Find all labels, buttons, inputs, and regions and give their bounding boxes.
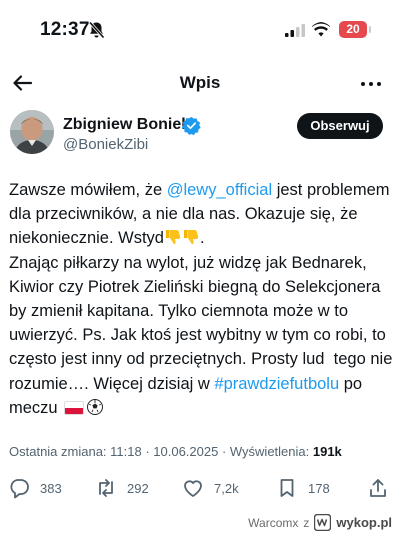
- wifi-icon: [312, 22, 330, 37]
- reply-button[interactable]: 383: [8, 475, 62, 501]
- watermark-site: wykop.pl: [336, 515, 392, 530]
- bell-muted-icon: [88, 21, 105, 39]
- like-count: 7,2k: [214, 480, 239, 496]
- post-header: Wpis: [0, 62, 400, 104]
- avatar-photo-icon: [10, 110, 54, 154]
- share-button[interactable]: [367, 475, 389, 501]
- mention-link[interactable]: @lewy_official: [167, 181, 272, 199]
- thumbs-down-emoji-icon: [184, 230, 199, 245]
- repost-button[interactable]: 292: [95, 475, 149, 501]
- share-icon: [370, 479, 386, 497]
- status-time: 12:37: [40, 19, 90, 40]
- poland-flag-emoji-icon: [64, 400, 85, 415]
- thumbs-down-emoji-icon: [166, 230, 181, 245]
- action-bar: 383 292 7,2k 178: [0, 475, 400, 501]
- like-button[interactable]: 7,2k: [182, 475, 239, 501]
- watermark-user: Warcomx: [248, 515, 299, 530]
- watermark-z: z: [303, 515, 310, 530]
- cell-signal-icon: [285, 24, 305, 37]
- bookmark-icon: [280, 479, 294, 497]
- status-bar: 12:37 20: [0, 0, 400, 60]
- watermark: Warcomx z wykop.pl: [248, 514, 392, 531]
- edited-timestamp: Ostatnia zmiana: 11:18 · 10.06.2025 · Wy…: [9, 444, 313, 459]
- author-name[interactable]: Zbigniew Boniek: [63, 116, 190, 134]
- tweet-text-part: . Znając piłkarzy na wylot, już widzę ja…: [9, 229, 393, 393]
- verified-badge-icon: [182, 116, 201, 135]
- reply-icon: [10, 479, 29, 499]
- bookmark-button[interactable]: 178: [276, 475, 330, 501]
- hashtag-link[interactable]: #prawdziefutbolu: [214, 375, 339, 393]
- battery-indicator: 20: [339, 21, 367, 38]
- battery-cap: [369, 26, 371, 33]
- more-dots-icon[interactable]: [360, 75, 382, 93]
- wykop-logo-icon: [314, 514, 332, 531]
- post-meta: Ostatnia zmiana: 11:18 · 10.06.2025 · Wy…: [9, 444, 342, 459]
- soccer-ball-emoji-icon: [87, 398, 104, 415]
- heart-icon: [184, 480, 202, 497]
- bookmark-count: 178: [308, 480, 330, 496]
- avatar[interactable]: [10, 110, 54, 154]
- tweet-text: Zawsze mówiłem, że @lewy_official jest p…: [9, 178, 394, 420]
- views-count: 191k: [312, 444, 342, 459]
- reply-count: 383: [40, 480, 62, 496]
- page-title: Wpis: [179, 73, 221, 92]
- follow-button[interactable]: Obserwuj: [297, 113, 383, 139]
- repost-icon: [99, 479, 113, 497]
- tweet-text-part: Zawsze mówiłem, że: [9, 181, 167, 199]
- author-handle[interactable]: @BoniekZibi: [63, 136, 148, 153]
- repost-count: 292: [127, 480, 149, 496]
